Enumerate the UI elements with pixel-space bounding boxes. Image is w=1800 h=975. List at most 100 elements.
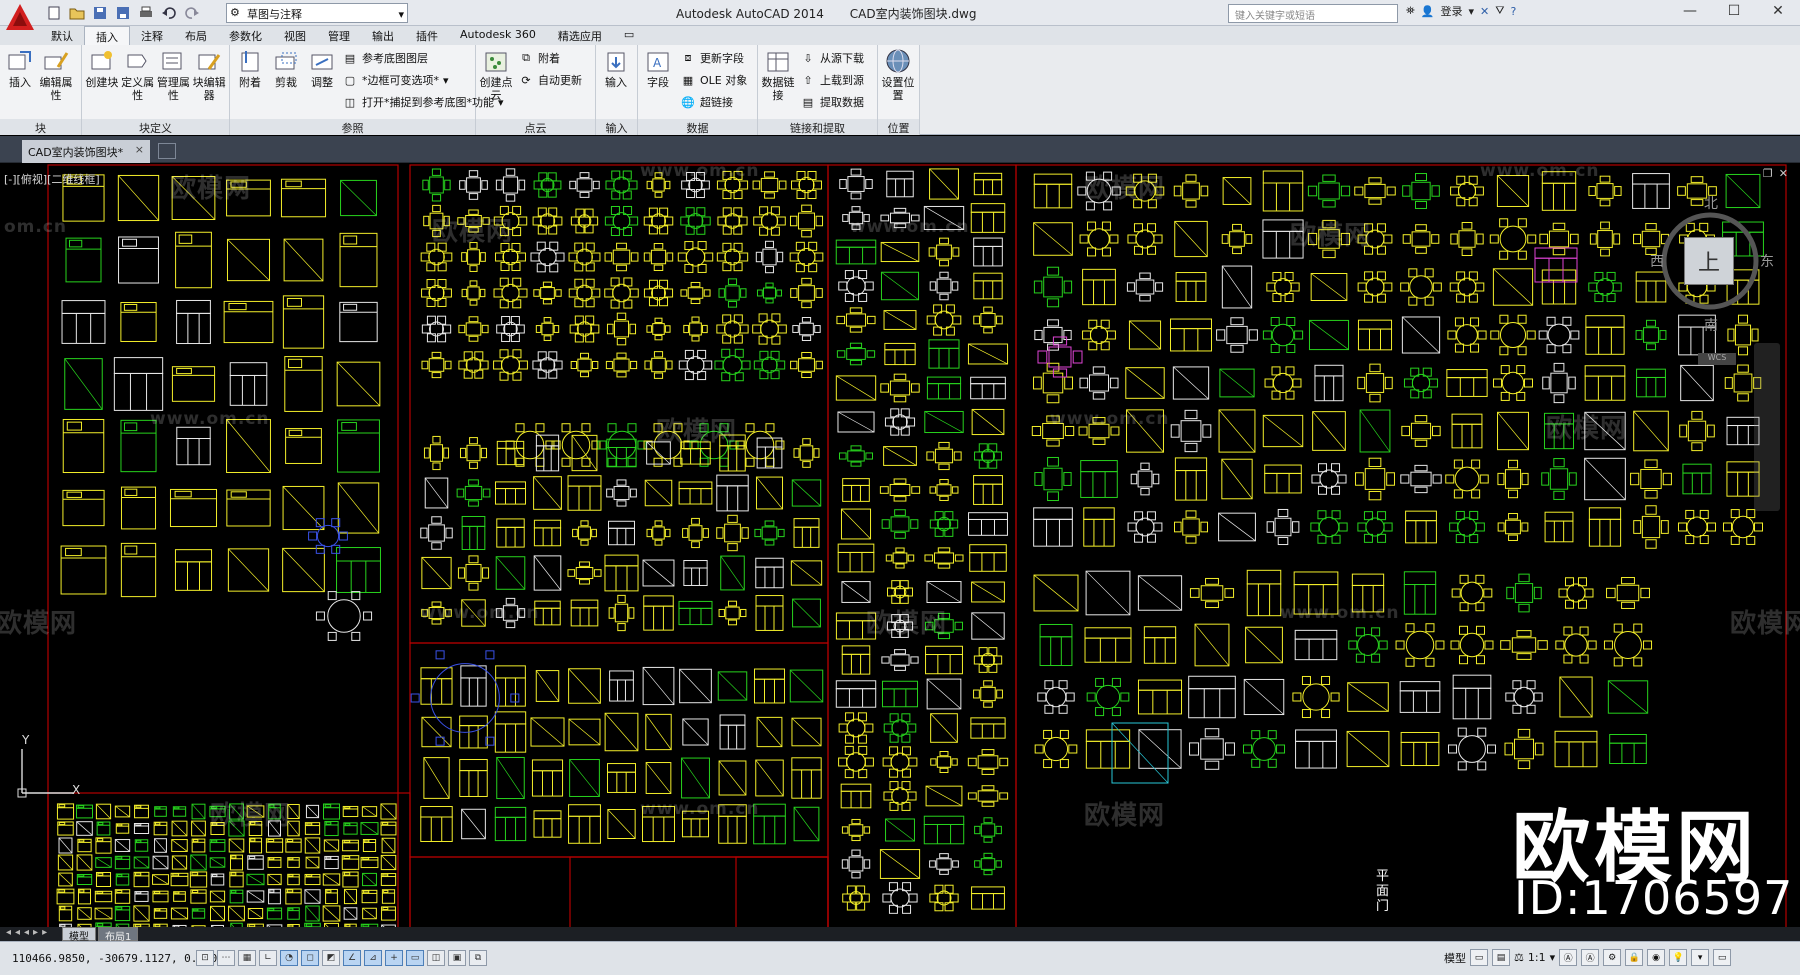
update-fields-button[interactable]: ⧈ 更新字段 (680, 49, 747, 67)
save-as-icon[interactable] (113, 3, 133, 23)
quick-properties-toggle[interactable]: ▣ (448, 950, 466, 966)
define-attribute-button[interactable]: 定义属性 (120, 48, 156, 102)
tab-layout1[interactable]: 布局1 (98, 927, 139, 943)
hyperlink-button[interactable]: 🌐 超链接 (680, 93, 747, 111)
application-menu-button[interactable] (2, 1, 38, 33)
snap-mode-toggle[interactable]: ⋯ (217, 950, 235, 966)
3d-object-snap-toggle[interactable]: ◩ (322, 950, 340, 966)
redo-icon[interactable] (182, 3, 202, 23)
field-button[interactable]: A 字段 (640, 48, 676, 89)
annotation-scale-value[interactable]: 1:1 (1528, 951, 1546, 964)
auto-scale-icon[interactable]: Ⓐ (1581, 949, 1600, 966)
annotation-scale-icon[interactable]: ⚖ (1514, 951, 1524, 964)
selection-cycling-toggle[interactable]: ⧉ (469, 950, 487, 966)
model-space-label[interactable]: 模型 (1444, 950, 1466, 966)
chevron-down-icon[interactable]: ▾ (1550, 951, 1556, 964)
ribbon-minimize-icon[interactable]: ▭ (613, 26, 637, 45)
clip-button[interactable]: 剪裁 (268, 48, 304, 89)
workspace-switching-icon[interactable]: ⚙ (1603, 949, 1622, 966)
lineweight-toggle[interactable]: ▭ (406, 950, 424, 966)
new-file-icon[interactable] (44, 3, 64, 23)
workspace-dropdown[interactable]: ⚙ 草图与注释 ▾ (226, 3, 408, 23)
panel-title-block[interactable]: 块 (0, 119, 81, 135)
tab-output[interactable]: 输出 (361, 26, 405, 45)
adjust-button[interactable]: 调整 (304, 48, 340, 89)
lock-icon[interactable]: 🔒 (1625, 949, 1644, 966)
drawing-area[interactable]: [-][俯视][二维线框] ❐ ✕ 北 西 东 南 上 WCS Y X 平 面 … (0, 163, 1800, 941)
dynamic-input-toggle[interactable]: + (385, 950, 403, 966)
edit-attribute-button[interactable]: 编辑属性 (38, 48, 74, 102)
data-link-button[interactable]: 数据链接 (760, 48, 796, 102)
tab-featured-apps[interactable]: 精选应用 (547, 26, 613, 45)
maximize-button[interactable]: ☐ (1712, 0, 1756, 22)
insert-block-button[interactable]: 插入 (2, 48, 38, 102)
viewcube-top-face[interactable]: 上 (1684, 237, 1734, 285)
upload-to-source-button[interactable]: ⇧ 上载到源 (800, 71, 864, 89)
cursor-coordinates[interactable]: 110466.9850, -30679.1127, 0.0000 (12, 952, 224, 965)
tab-annotate[interactable]: 注释 (130, 26, 174, 45)
document-tab[interactable]: CAD室内装饰图块* × (22, 140, 150, 163)
save-icon[interactable] (90, 3, 110, 23)
chevron-down-icon[interactable]: ▾ (1469, 5, 1475, 18)
create-point-cloud-button[interactable]: 创建点云 (478, 48, 514, 102)
import-button[interactable]: 输入 (598, 48, 634, 89)
isolate-objects-icon[interactable]: 💡 (1669, 949, 1688, 966)
search-input[interactable]: 键入关键字或短语 (1228, 4, 1398, 23)
ortho-toggle[interactable]: ∟ (259, 950, 277, 966)
autodesk-a360-icon[interactable]: ⛛ (1495, 4, 1504, 18)
open-folder-icon[interactable] (67, 3, 87, 23)
transparency-toggle[interactable]: ◫ (427, 950, 445, 966)
attach-button[interactable]: 附着 (232, 48, 268, 89)
tab-parametric[interactable]: 参数化 (218, 26, 273, 45)
close-icon[interactable]: × (135, 143, 144, 156)
exchange-icon[interactable]: ✕ (1480, 5, 1489, 18)
viewport-close-icon[interactable]: ✕ (1779, 167, 1788, 180)
grid-toggle[interactable]: ▦ (238, 950, 256, 966)
tab-manage[interactable]: 管理 (317, 26, 361, 45)
customization-icon[interactable]: ▾ (1691, 949, 1710, 966)
clean-screen-icon[interactable]: ▭ (1713, 949, 1732, 966)
object-snap-tracking-toggle[interactable]: ∠ (343, 950, 361, 966)
hardware-acceleration-icon[interactable]: ◉ (1647, 949, 1666, 966)
quick-view-layouts-icon[interactable]: ▭ (1470, 949, 1488, 966)
viewcube-south[interactable]: 南 (1704, 315, 1718, 335)
block-editor-button[interactable]: 块编辑器 (191, 48, 227, 102)
panel-title-block-definition[interactable]: 块定义 (82, 119, 229, 135)
annotation-visibility-icon[interactable]: Ⓐ (1559, 949, 1578, 966)
manage-attribute-button[interactable]: 管理属性 (156, 48, 192, 102)
panel-title-reference[interactable]: 参照 (230, 119, 475, 135)
close-window-button[interactable]: ✕ (1756, 0, 1800, 22)
tab-insert[interactable]: 插入 (84, 26, 130, 45)
tab-default[interactable]: 默认 (40, 26, 84, 45)
minimize-button[interactable]: — (1668, 0, 1712, 22)
pointcloud-attach-button[interactable]: ⧉ 附着 (518, 49, 582, 67)
tab-plugins[interactable]: 插件 (405, 26, 449, 45)
undo-icon[interactable] (159, 3, 179, 23)
infer-constraints-toggle[interactable]: ⊡ (196, 950, 214, 966)
wcs-menu[interactable]: WCS (1698, 353, 1736, 365)
tab-model[interactable]: 模型 (62, 927, 96, 943)
set-location-button[interactable]: 设置位置 (880, 48, 916, 102)
viewport-controls-label[interactable]: [-][俯视][二维线框] (4, 171, 100, 187)
new-tab-button[interactable] (158, 143, 176, 159)
help-icon[interactable]: ? (1511, 5, 1517, 18)
polar-tracking-toggle[interactable]: ◔ (280, 950, 298, 966)
binoculars-icon[interactable]: ⛯ (1406, 4, 1415, 18)
user-icon[interactable]: 👤 (1421, 5, 1435, 18)
tab-layout[interactable]: 布局 (174, 26, 218, 45)
create-block-button[interactable]: 创建块 (84, 48, 120, 102)
download-from-source-button[interactable]: ⇩ 从源下载 (800, 49, 864, 67)
viewcube-north[interactable]: 北 (1704, 193, 1718, 213)
viewport-restore-icon[interactable]: ❐ (1763, 167, 1773, 180)
tab-view[interactable]: 视图 (273, 26, 317, 45)
tab-autodesk-360[interactable]: Autodesk 360 (449, 26, 547, 45)
viewcube[interactable]: 北 西 东 南 上 WCS (1650, 196, 1774, 365)
panel-title-point-cloud[interactable]: 点云 (476, 119, 595, 135)
ole-object-button[interactable]: ▦ OLE 对象 (680, 71, 747, 89)
layout-nav-arrows[interactable]: ◂◂◂▸▸ (6, 927, 51, 938)
dynamic-ucs-toggle[interactable]: ⊿ (364, 950, 382, 966)
login-link[interactable]: 登录 (1441, 3, 1463, 19)
auto-update-button[interactable]: ⟳ 自动更新 (518, 71, 582, 89)
object-snap-toggle[interactable]: ◻ (301, 950, 319, 966)
viewcube-west[interactable]: 西 (1650, 251, 1664, 271)
